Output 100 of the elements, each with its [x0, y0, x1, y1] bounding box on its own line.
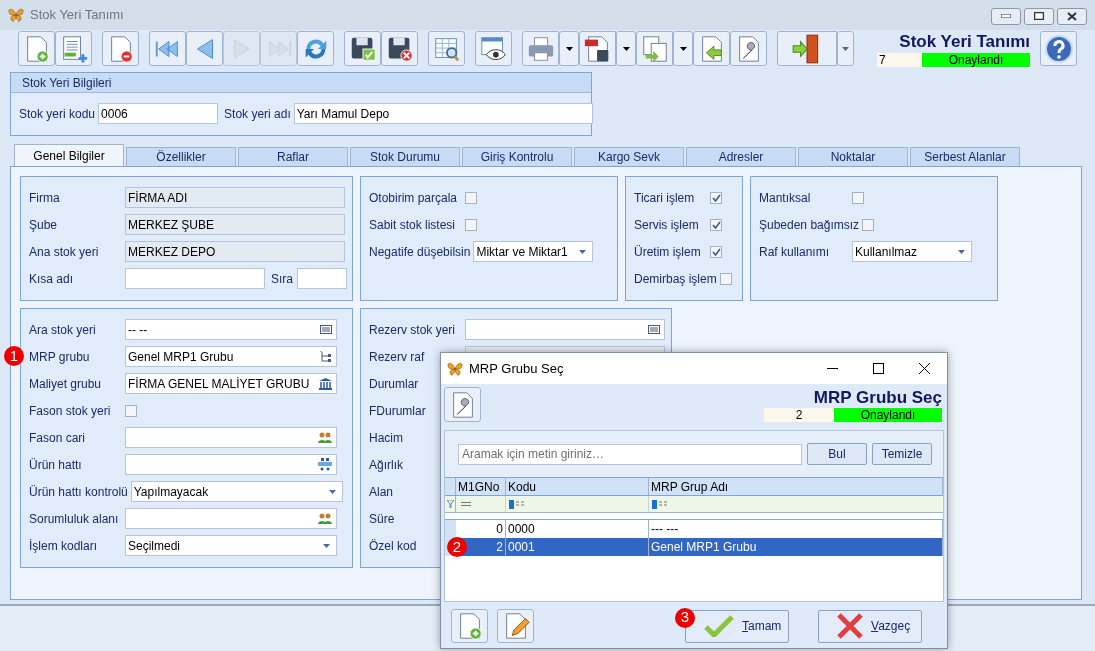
- lookup-field[interactable]: [125, 427, 337, 448]
- clear-button[interactable]: Temizle: [872, 443, 932, 465]
- readonly-field: FİRMA ADI: [125, 187, 345, 208]
- toolbar-button[interactable]: [777, 31, 837, 66]
- field-label: Stok yeri adı: [224, 105, 291, 123]
- field-label: Ürün hattı: [29, 456, 83, 474]
- equals-icon: [461, 502, 471, 506]
- lookup-field[interactable]: [125, 508, 337, 529]
- toolbar-button[interactable]: [344, 31, 381, 66]
- checkbox[interactable]: [465, 191, 477, 204]
- column-header[interactable]: MRP Grup Adı: [649, 478, 943, 495]
- checkbox[interactable]: [125, 404, 137, 417]
- field-label: Ara stok yeri: [29, 321, 97, 339]
- minimize-icon: [826, 368, 838, 369]
- checkbox[interactable]: [465, 218, 477, 231]
- checkbox[interactable]: [719, 272, 732, 285]
- record-number: 7: [877, 53, 922, 67]
- input-field[interactable]: Yarı Mamul Depo: [293, 103, 593, 124]
- field-label: Raf kullanımı: [759, 243, 831, 261]
- field-label: Özel kod: [369, 537, 418, 555]
- find-button[interactable]: Bul: [807, 443, 867, 465]
- checkbox[interactable]: [852, 191, 864, 204]
- tab[interactable]: Noktalar: [798, 147, 908, 166]
- help-button[interactable]: [1040, 31, 1077, 66]
- input-field[interactable]: 0006: [98, 103, 219, 124]
- input-field[interactable]: [297, 268, 347, 289]
- dropdown-field[interactable]: Yapılmayacak: [130, 481, 343, 502]
- close-button[interactable]: [1057, 7, 1087, 25]
- field-label: Ticari işlem: [634, 189, 696, 207]
- readonly-field: MERKEZ DEPO: [125, 241, 345, 262]
- edit-button[interactable]: [497, 609, 534, 643]
- tab[interactable]: Adresler: [686, 147, 796, 166]
- field-label: Hacim: [369, 429, 404, 447]
- dropdown-button[interactable]: [559, 31, 579, 66]
- toolbar-button[interactable]: [475, 31, 512, 66]
- lookup-field[interactable]: [125, 454, 337, 475]
- dropdown-field[interactable]: Kullanılmaz: [852, 241, 972, 262]
- toolbar-button[interactable]: [297, 31, 334, 66]
- checkbox[interactable]: [710, 191, 722, 204]
- checkbox[interactable]: [862, 218, 875, 231]
- cancel-button[interactable]: Vazgeç: [818, 609, 922, 643]
- record-number: 2: [764, 408, 834, 422]
- tab[interactable]: Stok Durumu: [350, 147, 460, 166]
- field-label: Sorumluluk alanı: [29, 510, 120, 528]
- status-label: Onaylandı: [922, 53, 1030, 67]
- dropdown-button[interactable]: [837, 31, 854, 66]
- tab[interactable]: Raflar: [238, 147, 348, 166]
- toolbar-button[interactable]: [102, 31, 139, 66]
- grid-row[interactable]: 0 0000 --- ---: [445, 520, 943, 538]
- search-field[interactable]: Aramak için metin giriniz…: [458, 443, 802, 465]
- toolbar-button[interactable]: [381, 31, 418, 66]
- lookup-field[interactable]: [465, 319, 665, 340]
- tab[interactable]: Giriş Kontrolu: [462, 147, 572, 166]
- field-label: İşlem kodları: [29, 537, 99, 555]
- settings-button[interactable]: [444, 387, 481, 422]
- table-cell: 0001: [506, 538, 649, 556]
- field-label: MRP grubu: [29, 348, 91, 366]
- lookup-field[interactable]: -- --: [125, 319, 337, 340]
- toolbar-button[interactable]: [428, 31, 465, 66]
- field-label: Ana stok yeri: [29, 243, 100, 261]
- checkmark-icon: [704, 615, 734, 637]
- caret-icon: [565, 46, 573, 51]
- column-header[interactable]: M1GNo: [456, 478, 506, 495]
- number-badge: 1: [4, 346, 24, 366]
- lookup-field[interactable]: FİRMA GENEL MALİYET GRUBU: [125, 373, 337, 394]
- dropdown-button[interactable]: [616, 31, 636, 66]
- grid-row[interactable]: 2 2 0001 Genel MRP1 Grubu: [445, 538, 943, 556]
- checkbox[interactable]: [710, 218, 722, 231]
- tab[interactable]: Genel Bilgiler: [14, 144, 124, 166]
- barcode-icon: [648, 325, 660, 334]
- tab[interactable]: Serbest Alanlar: [910, 147, 1020, 166]
- input-field[interactable]: [125, 268, 265, 289]
- field-label: Durumlar: [369, 375, 420, 393]
- lookup-field[interactable]: Genel MRP1 Grubu: [125, 346, 337, 367]
- dropdown-field[interactable]: Miktar ve Miktar1: [473, 241, 594, 262]
- field-label: Fason stok yeri: [29, 402, 112, 420]
- butterfly-icon: [8, 8, 24, 22]
- filter-icon: [446, 500, 454, 508]
- toolbar-button[interactable]: [579, 31, 616, 66]
- field-label: Süre: [369, 510, 396, 528]
- column-header[interactable]: Kodu: [506, 478, 649, 495]
- row-header: [445, 520, 456, 538]
- tab[interactable]: Kargo Sevk: [574, 147, 684, 166]
- restore-icon: [1034, 12, 1044, 20]
- add-button[interactable]: [451, 609, 488, 643]
- dropdown-field[interactable]: Seçilmedi: [125, 535, 337, 556]
- field-label: Ağırlık: [369, 456, 404, 474]
- text-filter-icon: [509, 499, 525, 509]
- maximize-button[interactable]: [1024, 7, 1054, 25]
- field-label: Ürün hattı kontrolü: [29, 483, 129, 501]
- dropdown-button[interactable]: [673, 31, 693, 66]
- field-label: Sabit stok listesi: [369, 216, 457, 234]
- field-label: Negatife düşebilsin: [369, 243, 472, 261]
- caret-icon: [958, 249, 965, 254]
- form-title: Stok Yeri Tanımı: [899, 31, 1030, 52]
- caret-icon: [842, 46, 849, 51]
- checkbox[interactable]: [710, 245, 722, 258]
- tab[interactable]: Özellikler: [126, 147, 236, 166]
- field-label: FDurumlar: [369, 402, 427, 420]
- field-label: Rezerv stok yeri: [369, 321, 457, 339]
